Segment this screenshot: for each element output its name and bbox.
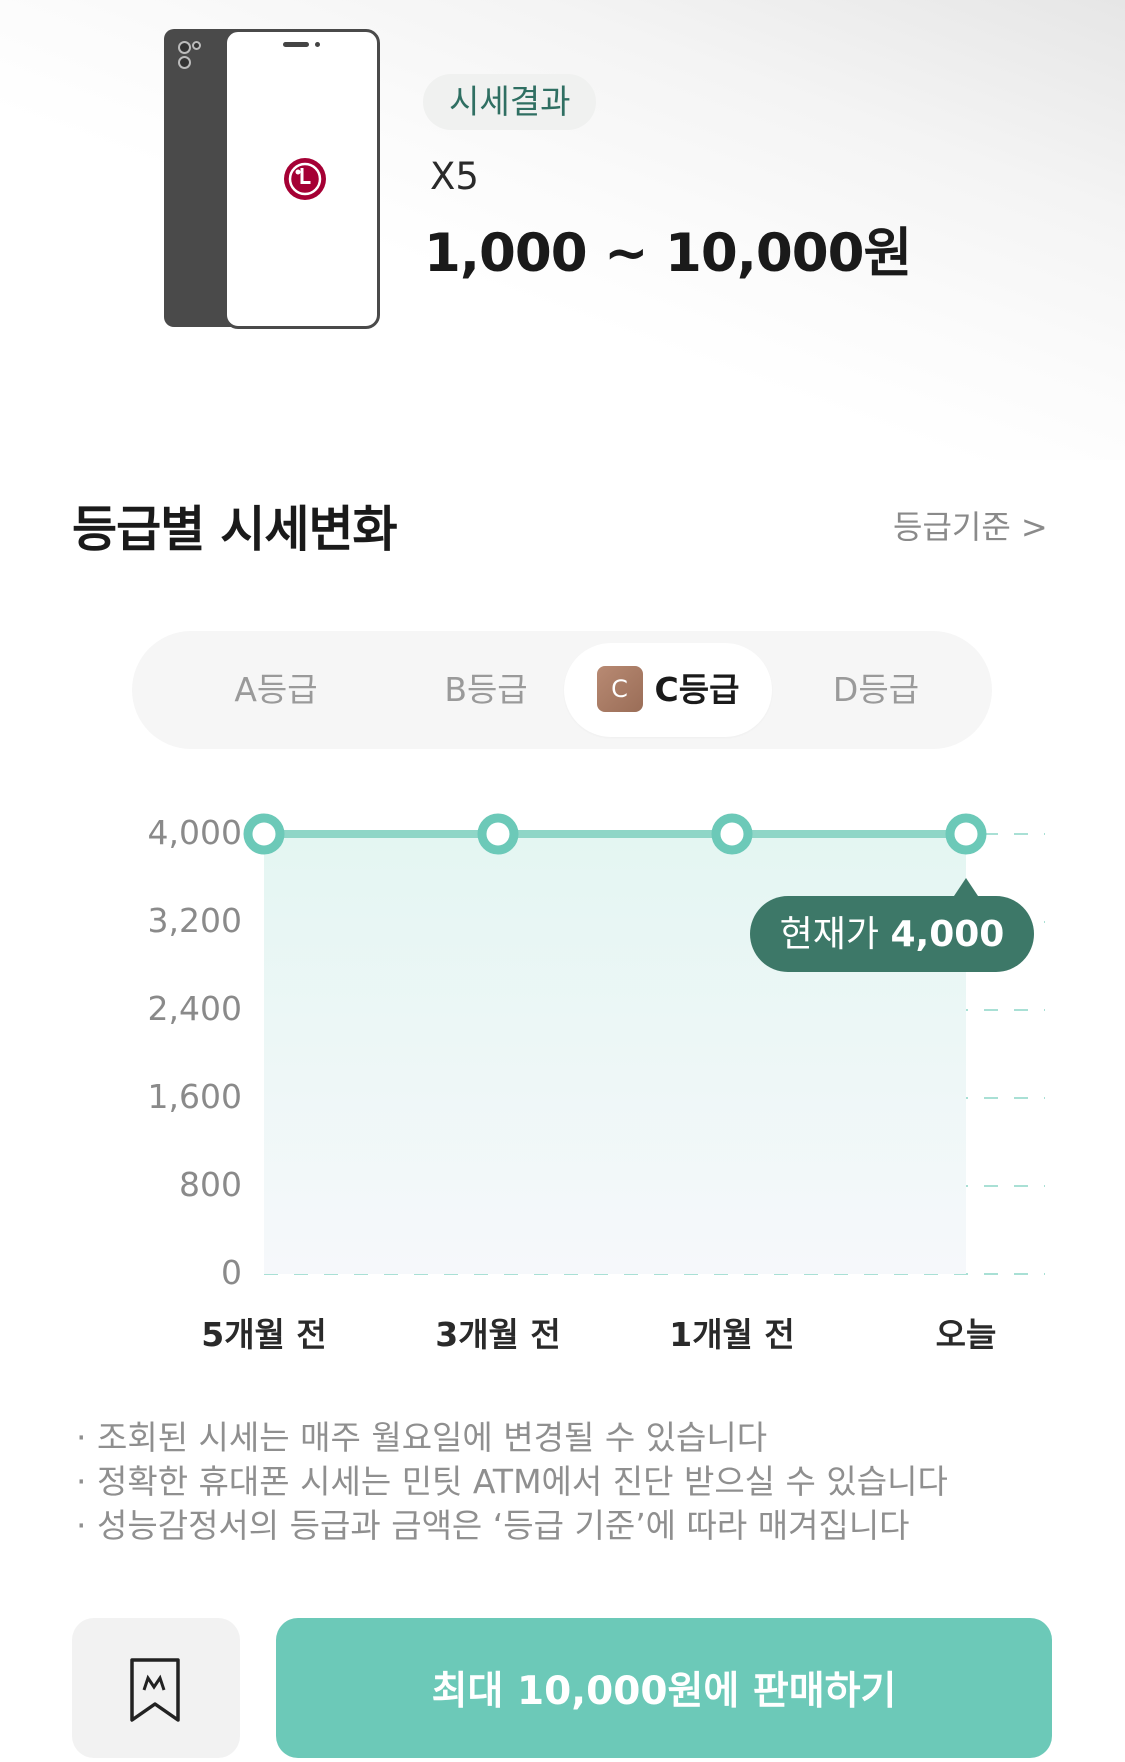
flash-icon [192, 41, 201, 50]
tooltip-label: 현재가 [780, 914, 891, 955]
price-chart: 4,000 3,200 2,400 1,600 800 0 5개월 전 3개월 전 1개월 전 오… [148, 813, 1045, 1354]
tooltip-value: 4,000 [890, 914, 1004, 955]
tab-grade-d[interactable]: D등급 [776, 631, 976, 749]
lg-logo-icon: LG [284, 158, 326, 200]
y-tick-label: 1,600 [148, 1077, 242, 1116]
phone-image: LG [164, 29, 380, 329]
x-tick-label: 5개월 전 [201, 1315, 327, 1354]
grade-criteria-link[interactable]: 등급기준 > [893, 502, 1048, 548]
result-badge: 시세결과 [423, 74, 597, 130]
tab-grade-c-label: C등급 [654, 670, 740, 709]
x-tick-label: 3개월 전 [435, 1315, 561, 1354]
note-item: 성능감정서의 등급과 금액은 ‘등급 기준’에 따라 매겨집니다 [76, 1504, 948, 1548]
bookmark-button[interactable] [72, 1618, 240, 1758]
tab-grade-c[interactable]: C C등급 [564, 643, 772, 737]
grade-c-chip: C [596, 665, 643, 712]
price-range: 1,000 ~ 10,000원 [424, 223, 912, 284]
bookmark-icon [130, 1658, 180, 1722]
note-item: 조회된 시세는 매주 월요일에 변경될 수 있습니다 [76, 1416, 948, 1460]
y-tick-label: 3,200 [148, 901, 242, 940]
x-tick-label: 1개월 전 [669, 1315, 795, 1354]
y-tick-label: 4,000 [148, 813, 242, 852]
note-item: 정확한 휴대폰 시세는 민팃 ATM에서 진단 받으실 수 있습니다 [76, 1460, 948, 1504]
speaker-icon [283, 42, 309, 47]
data-point [477, 813, 519, 855]
sell-button[interactable]: 최대 10,000원에 판매하기 [276, 1618, 1052, 1758]
current-price-tooltip-text: 현재가 4,000 [780, 914, 1005, 955]
rear-camera-icon [178, 56, 191, 69]
svg-text:LG: LG [305, 196, 307, 198]
x-tick-label: 오늘 [936, 1315, 997, 1354]
data-point [243, 813, 285, 855]
y-tick-label: 0 [221, 1253, 242, 1292]
section-title: 등급별 시세변화 [72, 501, 398, 558]
grade-tabs: A등급 B등급 C C등급 D등급 [132, 631, 992, 749]
data-point [945, 813, 987, 855]
rear-camera-icon [178, 41, 191, 54]
notes: 조회된 시세는 매주 월요일에 변경될 수 있습니다 정확한 휴대폰 시세는 민… [76, 1416, 948, 1548]
model-name: X5 [430, 155, 479, 198]
tab-grade-b[interactable]: B등급 [386, 631, 586, 749]
sell-button-label: 최대 10,000원에 판매하기 [431, 1669, 897, 1714]
y-tick-label: 2,400 [148, 989, 242, 1028]
tab-grade-a[interactable]: A등급 [176, 631, 376, 749]
data-point [711, 813, 753, 855]
front-camera-icon [315, 42, 320, 47]
y-tick-label: 800 [179, 1165, 242, 1204]
